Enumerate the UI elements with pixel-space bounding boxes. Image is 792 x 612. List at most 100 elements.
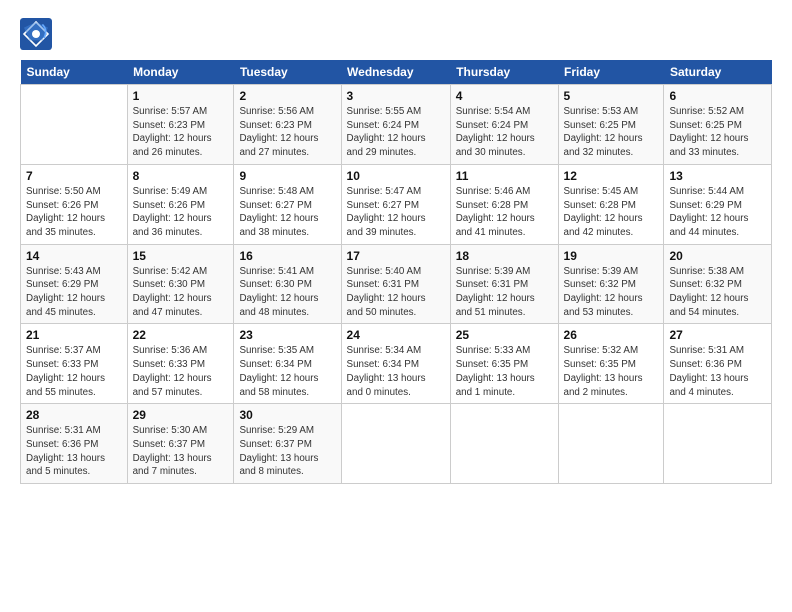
day-info: Sunrise: 5:31 AM Sunset: 6:36 PM Dayligh… bbox=[669, 344, 766, 399]
day-number: 15 bbox=[133, 249, 229, 263]
day-number: 13 bbox=[669, 169, 766, 183]
day-cell: 28 Sunrise: 5:31 AM Sunset: 6:36 PM Dayli… bbox=[21, 404, 128, 484]
col-header-saturday: Saturday bbox=[664, 60, 772, 85]
day-cell: 12 Sunrise: 5:45 AM Sunset: 6:28 PM Dayli… bbox=[558, 164, 664, 244]
day-info: Sunrise: 5:38 AM Sunset: 6:32 PM Dayligh… bbox=[669, 265, 766, 320]
day-number: 25 bbox=[456, 328, 553, 342]
day-number: 24 bbox=[347, 328, 445, 342]
day-info: Sunrise: 5:31 AM Sunset: 6:36 PM Dayligh… bbox=[26, 424, 122, 479]
day-info: Sunrise: 5:46 AM Sunset: 6:28 PM Dayligh… bbox=[456, 185, 553, 240]
day-info: Sunrise: 5:33 AM Sunset: 6:35 PM Dayligh… bbox=[456, 344, 553, 399]
day-info: Sunrise: 5:36 AM Sunset: 6:33 PM Dayligh… bbox=[133, 344, 229, 399]
page: SundayMondayTuesdayWednesdayThursdayFrid… bbox=[0, 0, 792, 494]
day-info: Sunrise: 5:49 AM Sunset: 6:26 PM Dayligh… bbox=[133, 185, 229, 240]
day-cell: 8Sunrise: 5:49 AM Sunset: 6:26 PM Daylig… bbox=[127, 164, 234, 244]
week-row-4: 21 Sunrise: 5:37 AM Sunset: 6:33 PM Dayli… bbox=[21, 324, 772, 404]
day-info: Sunrise: 5:32 AM Sunset: 6:35 PM Dayligh… bbox=[564, 344, 659, 399]
day-cell bbox=[341, 404, 450, 484]
day-cell: 9 Sunrise: 5:48 AM Sunset: 6:27 PM Daylig… bbox=[234, 164, 341, 244]
calendar-table: SundayMondayTuesdayWednesdayThursdayFrid… bbox=[20, 60, 772, 484]
day-number: 28 bbox=[26, 408, 122, 422]
day-cell: 4 Sunrise: 5:54 AM Sunset: 6:24 PM Daylig… bbox=[450, 85, 558, 165]
day-info: Sunrise: 5:37 AM Sunset: 6:33 PM Dayligh… bbox=[26, 344, 122, 399]
day-number: 23 bbox=[239, 328, 335, 342]
col-header-tuesday: Tuesday bbox=[234, 60, 341, 85]
day-cell: 17 Sunrise: 5:40 AM Sunset: 6:31 PM Dayli… bbox=[341, 244, 450, 324]
day-info: Sunrise: 5:34 AM Sunset: 6:34 PM Dayligh… bbox=[347, 344, 445, 399]
day-info: Sunrise: 5:57 AM Sunset: 6:23 PM Dayligh… bbox=[133, 105, 229, 160]
day-info: Sunrise: 5:39 AM Sunset: 6:32 PM Dayligh… bbox=[564, 265, 659, 320]
day-info: Sunrise: 5:56 AM Sunset: 6:23 PM Dayligh… bbox=[239, 105, 335, 160]
day-info: Sunrise: 5:40 AM Sunset: 6:31 PM Dayligh… bbox=[347, 265, 445, 320]
day-number: 18 bbox=[456, 249, 553, 263]
day-cell: 29 Sunrise: 5:30 AM Sunset: 6:37 PM Dayli… bbox=[127, 404, 234, 484]
day-info: Sunrise: 5:41 AM Sunset: 6:30 PM Dayligh… bbox=[239, 265, 335, 320]
day-cell bbox=[558, 404, 664, 484]
day-cell: 6 Sunrise: 5:52 AM Sunset: 6:25 PM Daylig… bbox=[664, 85, 772, 165]
day-info: Sunrise: 5:44 AM Sunset: 6:29 PM Dayligh… bbox=[669, 185, 766, 240]
day-cell: 14Sunrise: 5:43 AM Sunset: 6:29 PM Dayli… bbox=[21, 244, 128, 324]
day-cell: 16 Sunrise: 5:41 AM Sunset: 6:30 PM Dayli… bbox=[234, 244, 341, 324]
day-cell: 21 Sunrise: 5:37 AM Sunset: 6:33 PM Dayli… bbox=[21, 324, 128, 404]
day-info: Sunrise: 5:48 AM Sunset: 6:27 PM Dayligh… bbox=[239, 185, 335, 240]
day-number: 26 bbox=[564, 328, 659, 342]
day-cell: 25 Sunrise: 5:33 AM Sunset: 6:35 PM Dayli… bbox=[450, 324, 558, 404]
day-number: 12 bbox=[564, 169, 659, 183]
day-cell: 27 Sunrise: 5:31 AM Sunset: 6:36 PM Dayli… bbox=[664, 324, 772, 404]
day-cell: 10Sunrise: 5:47 AM Sunset: 6:27 PM Dayli… bbox=[341, 164, 450, 244]
day-cell: 23 Sunrise: 5:35 AM Sunset: 6:34 PM Dayli… bbox=[234, 324, 341, 404]
day-number: 5 bbox=[564, 89, 659, 103]
day-number: 4 bbox=[456, 89, 553, 103]
day-info: Sunrise: 5:29 AM Sunset: 6:37 PM Dayligh… bbox=[239, 424, 335, 479]
col-header-wednesday: Wednesday bbox=[341, 60, 450, 85]
day-cell: 26 Sunrise: 5:32 AM Sunset: 6:35 PM Dayli… bbox=[558, 324, 664, 404]
day-number: 2 bbox=[239, 89, 335, 103]
day-number: 6 bbox=[669, 89, 766, 103]
day-cell: 7 Sunrise: 5:50 AM Sunset: 6:26 PM Daylig… bbox=[21, 164, 128, 244]
col-header-thursday: Thursday bbox=[450, 60, 558, 85]
day-info: Sunrise: 5:50 AM Sunset: 6:26 PM Dayligh… bbox=[26, 185, 122, 240]
day-info: Sunrise: 5:53 AM Sunset: 6:25 PM Dayligh… bbox=[564, 105, 659, 160]
day-cell: 3 Sunrise: 5:55 AM Sunset: 6:24 PM Daylig… bbox=[341, 85, 450, 165]
day-number: 20 bbox=[669, 249, 766, 263]
day-info: Sunrise: 5:42 AM Sunset: 6:30 PM Dayligh… bbox=[133, 265, 229, 320]
day-cell: 24 Sunrise: 5:34 AM Sunset: 6:34 PM Dayli… bbox=[341, 324, 450, 404]
col-header-sunday: Sunday bbox=[21, 60, 128, 85]
day-info: Sunrise: 5:39 AM Sunset: 6:31 PM Dayligh… bbox=[456, 265, 553, 320]
day-cell: 18 Sunrise: 5:39 AM Sunset: 6:31 PM Dayli… bbox=[450, 244, 558, 324]
day-info: Sunrise: 5:45 AM Sunset: 6:28 PM Dayligh… bbox=[564, 185, 659, 240]
day-info: Sunrise: 5:54 AM Sunset: 6:24 PM Dayligh… bbox=[456, 105, 553, 160]
week-row-3: 14Sunrise: 5:43 AM Sunset: 6:29 PM Dayli… bbox=[21, 244, 772, 324]
day-number: 10 bbox=[347, 169, 445, 183]
col-header-monday: Monday bbox=[127, 60, 234, 85]
day-number: 22 bbox=[133, 328, 229, 342]
day-number: 16 bbox=[239, 249, 335, 263]
day-info: Sunrise: 5:35 AM Sunset: 6:34 PM Dayligh… bbox=[239, 344, 335, 399]
day-number: 11 bbox=[456, 169, 553, 183]
day-number: 17 bbox=[347, 249, 445, 263]
day-cell: 15 Sunrise: 5:42 AM Sunset: 6:30 PM Dayli… bbox=[127, 244, 234, 324]
day-cell: 30Sunrise: 5:29 AM Sunset: 6:37 PM Dayli… bbox=[234, 404, 341, 484]
day-info: Sunrise: 5:52 AM Sunset: 6:25 PM Dayligh… bbox=[669, 105, 766, 160]
day-cell bbox=[21, 85, 128, 165]
day-number: 21 bbox=[26, 328, 122, 342]
day-cell bbox=[450, 404, 558, 484]
day-cell: 20 Sunrise: 5:38 AM Sunset: 6:32 PM Dayli… bbox=[664, 244, 772, 324]
day-cell: 22 Sunrise: 5:36 AM Sunset: 6:33 PM Dayli… bbox=[127, 324, 234, 404]
day-number: 1 bbox=[133, 89, 229, 103]
day-info: Sunrise: 5:43 AM Sunset: 6:29 PM Dayligh… bbox=[26, 265, 122, 320]
week-row-1: 1 Sunrise: 5:57 AM Sunset: 6:23 PM Daylig… bbox=[21, 85, 772, 165]
day-number: 19 bbox=[564, 249, 659, 263]
day-cell bbox=[664, 404, 772, 484]
week-row-2: 7 Sunrise: 5:50 AM Sunset: 6:26 PM Daylig… bbox=[21, 164, 772, 244]
logo bbox=[20, 18, 56, 50]
day-info: Sunrise: 5:55 AM Sunset: 6:24 PM Dayligh… bbox=[347, 105, 445, 160]
day-cell: 5 Sunrise: 5:53 AM Sunset: 6:25 PM Daylig… bbox=[558, 85, 664, 165]
day-number: 29 bbox=[133, 408, 229, 422]
header bbox=[20, 18, 772, 50]
day-info: Sunrise: 5:30 AM Sunset: 6:37 PM Dayligh… bbox=[133, 424, 229, 479]
day-number: 3 bbox=[347, 89, 445, 103]
day-number: 27 bbox=[669, 328, 766, 342]
day-number: 9 bbox=[239, 169, 335, 183]
day-number: 7 bbox=[26, 169, 122, 183]
